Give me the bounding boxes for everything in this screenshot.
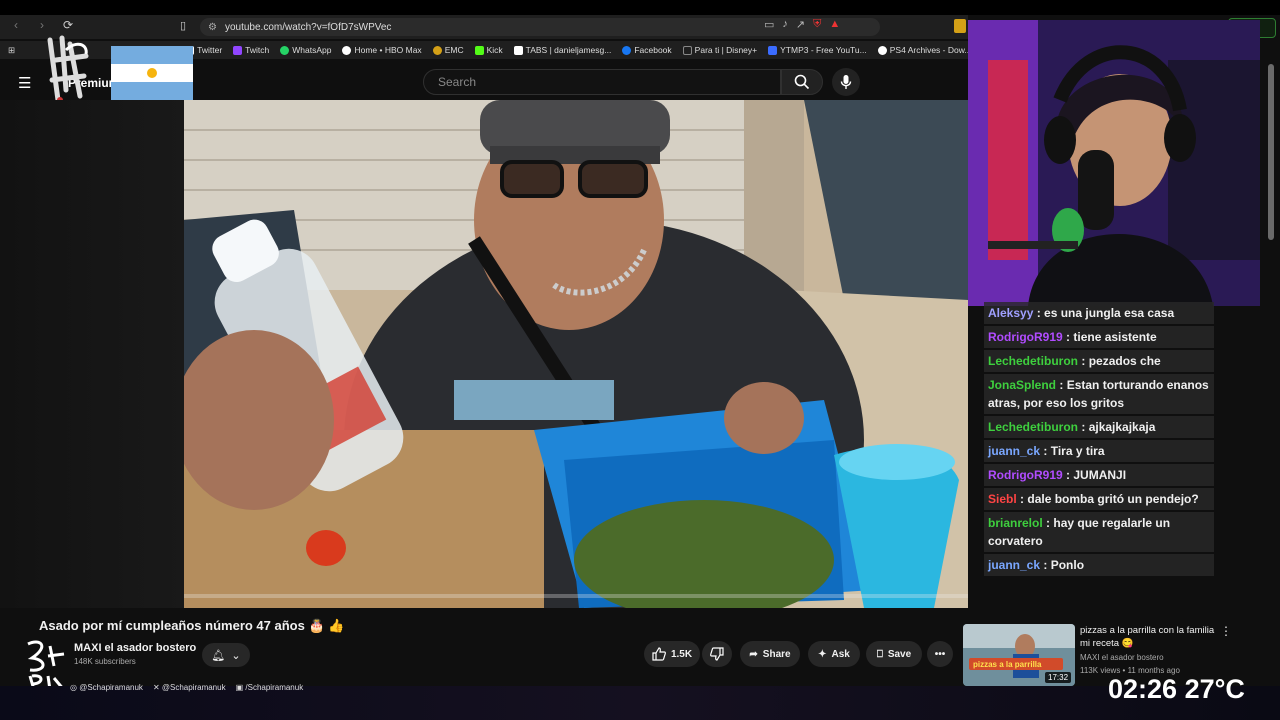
bookmark-twitch[interactable]: Twitch xyxy=(233,45,269,55)
chat-message: juann_ck : Ponlo xyxy=(984,554,1214,576)
share-icon: ➦ xyxy=(749,648,758,660)
ytmp3-icon xyxy=(768,45,778,55)
brave-shield-icon[interactable]: ⛨ xyxy=(813,18,821,31)
share-page-icon[interactable]: ↗ xyxy=(796,18,805,31)
webcam-image xyxy=(968,20,1260,306)
menu-icon[interactable]: ☰ xyxy=(18,74,31,92)
dislike-button[interactable] xyxy=(702,641,732,667)
more-actions-button[interactable]: ••• xyxy=(927,641,953,667)
hbo-icon xyxy=(342,45,352,55)
twitch-icon xyxy=(233,45,243,55)
bookmark-emc[interactable]: EMC xyxy=(432,45,464,55)
bookmark-hbo[interactable]: Home • HBO Max xyxy=(342,45,422,55)
video-frame xyxy=(184,100,968,608)
emc-icon xyxy=(432,45,442,55)
argentina-flag-icon xyxy=(111,46,193,100)
page-scrollbar[interactable] xyxy=(1268,64,1274,240)
search-icon xyxy=(794,74,810,90)
facebook-icon xyxy=(622,45,632,55)
bookmark-facebook[interactable]: Facebook xyxy=(622,45,672,55)
social-twitch: ▣ /Schapiramanuk xyxy=(235,683,304,692)
kick-icon xyxy=(474,45,484,55)
chat-message: Aleksyy : es una jungla esa casa xyxy=(984,302,1214,324)
instagram-icon: ◎ xyxy=(70,683,77,692)
webcam-overlay xyxy=(968,20,1260,306)
bookmark-whatsapp[interactable]: WhatsApp xyxy=(280,45,331,55)
left-pane xyxy=(0,100,184,608)
rewards-icon[interactable]: ▲ xyxy=(829,18,840,31)
clock-time: 02:26 xyxy=(1108,674,1178,704)
chat-message: RodrigoR919 : tiene asistente xyxy=(984,326,1214,348)
recommended-channel[interactable]: MAXI el asador bostero xyxy=(1080,653,1164,662)
whatsapp-icon xyxy=(280,45,290,55)
address-bar-actions: ▭ ♪ ↗ ⛨ ▲ xyxy=(764,18,840,31)
sparkle-icon: ✦ xyxy=(818,648,827,660)
chat-overlay: Aleksyy : es una jungla esa casa Rodrigo… xyxy=(984,302,1214,576)
microphone-icon xyxy=(840,75,852,89)
channel-avatar[interactable] xyxy=(20,636,68,692)
chat-message: Lechedetiburon : pezados che xyxy=(984,350,1214,372)
video-title: Asado por mí cumpleaños número 47 años 🎂… xyxy=(39,618,345,633)
like-button[interactable]: 1.5K xyxy=(644,641,700,667)
more-horizontal-icon: ••• xyxy=(934,648,946,660)
cast-icon[interactable]: ▭ xyxy=(764,18,774,31)
bookmark-star-icon[interactable]: ▯ xyxy=(180,19,186,32)
recommended-title[interactable]: pizzas a la parrilla con la familia mi r… xyxy=(1080,624,1220,650)
back-icon[interactable]: ‹ xyxy=(8,18,24,32)
bookmark-ytmp3[interactable]: YTMP3 - Free YouTu... xyxy=(768,45,867,55)
social-handles: ◎ @Schapiramanuk ✕ @Schapiramanuk ▣ /Sch… xyxy=(70,683,303,692)
clock-weather: 02:26 27°C xyxy=(1108,674,1245,705)
chat-message: brianrelol : hay que regalarle un corvat… xyxy=(984,512,1214,552)
chat-message: JonaSplend : Estan torturando enanos atr… xyxy=(984,374,1214,414)
channel-name[interactable]: MAXI el asador bostero xyxy=(74,642,196,654)
more-vertical-icon[interactable]: ⋮ xyxy=(1220,624,1232,638)
bookmark-ps4[interactable]: PS4 Archives - Dow... xyxy=(877,45,971,55)
voice-search-button[interactable] xyxy=(832,68,860,96)
url-text: youtube.com/watch?v=fOfD7sWPVec xyxy=(224,21,392,33)
music-icon[interactable]: ♪ xyxy=(782,18,788,31)
save-button[interactable]: ⎕ Save xyxy=(866,641,922,667)
thumbs-up-icon xyxy=(652,647,666,661)
video-player[interactable] xyxy=(184,100,968,608)
ask-button[interactable]: ✦ Ask xyxy=(808,641,860,667)
chevron-down-icon: ⌄ xyxy=(231,649,241,662)
chat-message: RodrigoR919 : JUMANJI xyxy=(984,464,1214,486)
twitter-icon: ✕ xyxy=(152,683,160,692)
social-twitter: ✕ @Schapiramanuk xyxy=(152,683,226,692)
globe-icon xyxy=(877,45,887,55)
social-instagram: ◎ @Schapiramanuk xyxy=(70,683,143,692)
search-button[interactable] xyxy=(781,69,823,95)
bookmark-icon: ⎕ xyxy=(876,648,883,660)
temperature: 27°C xyxy=(1184,674,1245,704)
disney-icon xyxy=(682,45,692,55)
twitch-icon: ▣ xyxy=(235,683,244,692)
chat-message: Lechedetiburon : ajkajkajkaja xyxy=(984,416,1214,438)
bell-icon: 🔔︎ xyxy=(211,649,226,662)
site-info-icon[interactable]: ⚙ xyxy=(208,22,217,33)
chat-message: juann_ck : Tira y tira xyxy=(984,440,1214,462)
apps-grid-icon[interactable]: ⊞ xyxy=(8,45,15,56)
notifications-button[interactable]: 🔔︎ ⌄ xyxy=(202,643,250,667)
bookmark-tabs[interactable]: TABS | danieljamesg... xyxy=(513,45,611,55)
document-icon xyxy=(513,45,523,55)
wallet-icon[interactable] xyxy=(954,19,966,33)
subscriber-count: 148K subscribers xyxy=(74,657,136,666)
streamer-logo-overlay xyxy=(47,35,89,103)
thumbnail-caption: pizzas a la parrilla xyxy=(973,660,1042,669)
share-button[interactable]: ➦ Share xyxy=(740,641,800,667)
top-frame xyxy=(0,0,1280,15)
search-input[interactable]: Search xyxy=(423,69,781,95)
thumbs-down-icon xyxy=(710,647,724,661)
bookmark-disney[interactable]: Para ti | Disney+ xyxy=(682,45,757,55)
video-duration: 17:32 xyxy=(1045,672,1072,683)
chat-message: Siebl : dale bomba gritó un pendejo? xyxy=(984,488,1214,510)
bookmark-kick[interactable]: Kick xyxy=(474,45,503,55)
